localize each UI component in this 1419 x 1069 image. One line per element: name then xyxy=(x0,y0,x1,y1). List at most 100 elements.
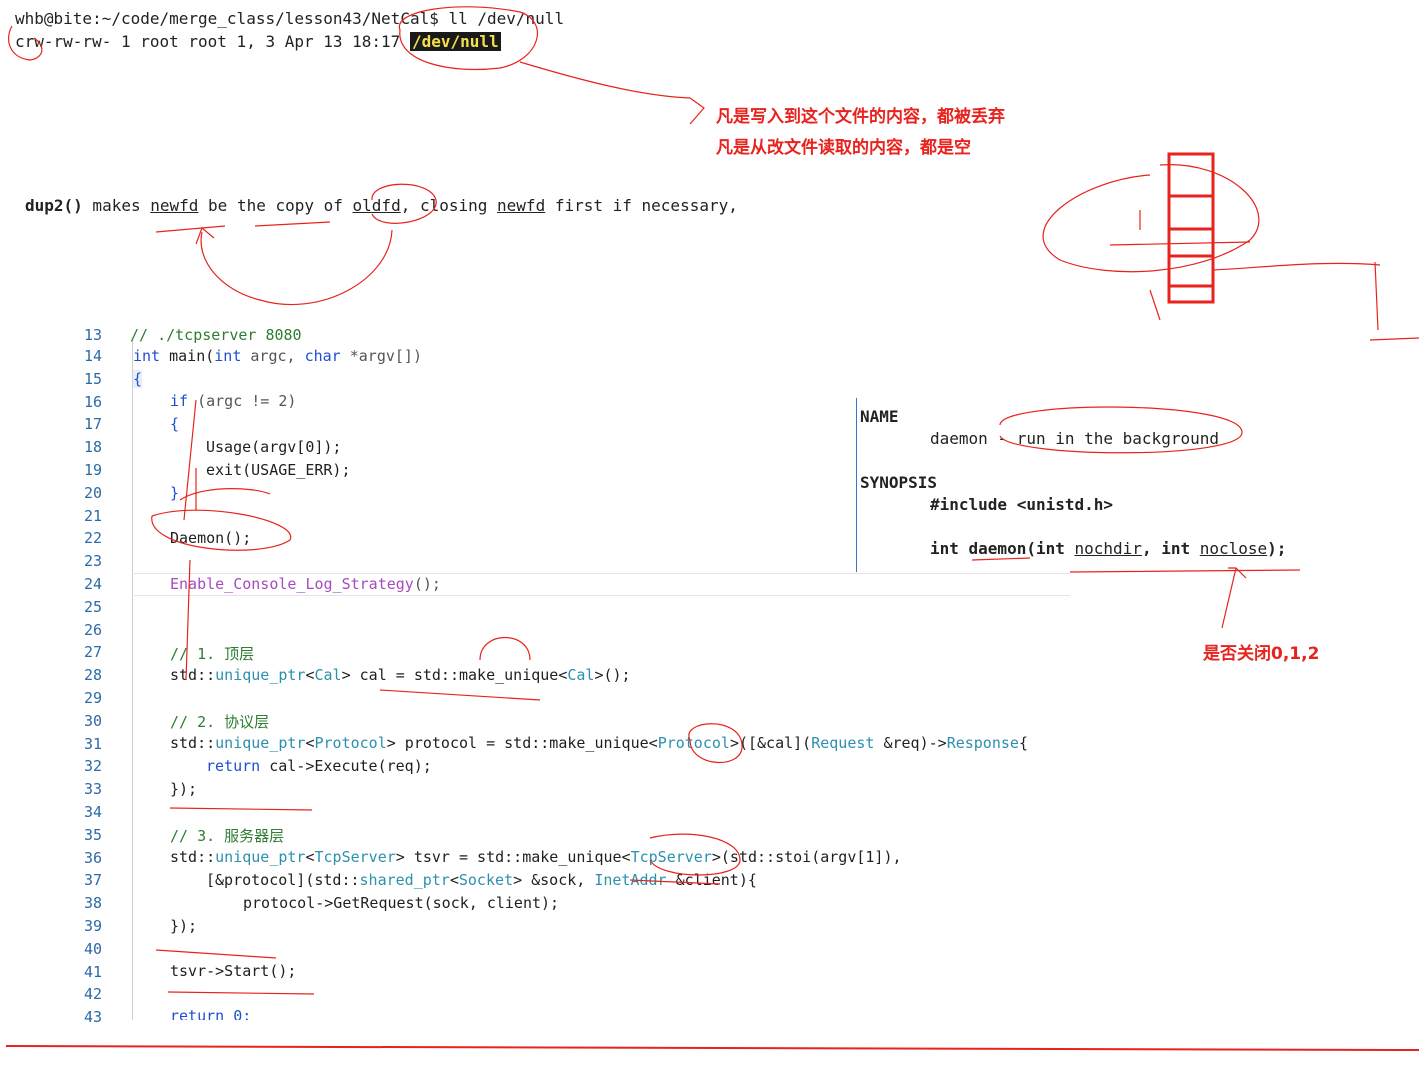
dev-null-highlight: /dev/null xyxy=(409,32,501,51)
sig-punct: (int xyxy=(1026,539,1075,558)
line-number: 40 xyxy=(83,939,102,958)
dup2-text: makes xyxy=(82,196,151,215)
line-number: 16 xyxy=(83,392,102,411)
note-close-fds: 是否关闭0,1,2 xyxy=(1203,644,1320,664)
ls-output-text: crw-rw-rw- 1 root root 1, 3 Apr 13 18:17 xyxy=(15,32,410,51)
ink-underline-line28 xyxy=(379,689,541,701)
sig-punct: ); xyxy=(1267,539,1287,558)
ink-underline-newfd xyxy=(155,225,226,233)
dup2-text: be the copy of xyxy=(198,196,353,215)
line-number: 27 xyxy=(83,643,102,662)
code-line-22: Daemon(); xyxy=(170,529,252,547)
manpage-signature: int daemon(int nochdir, int noclose); xyxy=(930,539,1286,558)
ink-arrow-noclose xyxy=(1221,567,1247,629)
line-number: 17 xyxy=(83,415,102,434)
line-number: 31 xyxy=(83,734,102,753)
code-line-30: // 2. 协议层 xyxy=(170,713,270,731)
oldfd-term: oldfd xyxy=(352,196,401,215)
code-line-17: { xyxy=(170,415,180,433)
line-number: 22 xyxy=(83,529,102,548)
manpage-name-line: daemon - run in the background xyxy=(930,429,1219,448)
line-number: 21 xyxy=(83,506,102,525)
dup2-description: dup2() makes newfd be the copy of oldfd,… xyxy=(25,196,738,215)
terminal-output-line: crw-rw-rw- 1 root root 1, 3 Apr 13 18:17… xyxy=(15,32,501,51)
code-line-43-partial: return 0; xyxy=(170,1007,252,1020)
line-number: 33 xyxy=(83,780,102,799)
ink-fd-table xyxy=(1167,152,1215,304)
line-number: 37 xyxy=(83,871,102,890)
line-number: 39 xyxy=(83,917,102,935)
code-line-33: }); xyxy=(170,780,198,798)
line-number: 36 xyxy=(83,848,102,867)
line-number: 38 xyxy=(83,894,102,913)
ink-circle-make-unique xyxy=(479,637,531,661)
ink-underline-line39 xyxy=(155,949,277,959)
sig-type: int xyxy=(930,539,969,558)
code-fold-guide xyxy=(132,340,133,1020)
ink-bottom-line xyxy=(5,1045,1419,1051)
note-devnull-write: 凡是写入到这个文件的内容，都被丢弃 xyxy=(716,107,1005,127)
code-line-14: int main(int argc, char *argv[]) xyxy=(133,347,422,365)
code-line-18: Usage(argv[0]); xyxy=(206,438,342,456)
line-number: 41 xyxy=(83,962,102,981)
line-number: 14 xyxy=(83,347,102,365)
line-number: 29 xyxy=(83,689,102,707)
ink-fd-arrow xyxy=(1212,261,1419,341)
code-line-38: protocol->GetRequest(sock, client); xyxy=(243,894,560,912)
line-number: 20 xyxy=(83,483,102,502)
code-line-27: // 1. 顶层 xyxy=(170,645,255,663)
code-line-41: tsvr->Start(); xyxy=(170,962,297,980)
line-number: 43 xyxy=(83,1008,102,1027)
code-line-31: std::unique_ptr<Protocol> protocol = std… xyxy=(170,734,1028,752)
code-line-32: return cal->Execute(req); xyxy=(206,757,432,775)
code-line-15: { xyxy=(133,370,143,388)
sig-arg-nochdir: nochdir xyxy=(1074,539,1142,558)
current-line-top xyxy=(134,573,1070,574)
line-number: 28 xyxy=(83,666,102,685)
line-number: 42 xyxy=(83,985,102,1004)
ink-underline-line33 xyxy=(169,807,313,811)
ink-fd-loop xyxy=(1042,164,1260,273)
code-line-24: Enable_Console_Log_Strategy(); xyxy=(170,575,441,593)
newfd-term: newfd xyxy=(497,196,546,215)
manpage-divider xyxy=(856,398,857,572)
line-number: 26 xyxy=(83,620,102,639)
ink-underline-bethe xyxy=(254,221,331,227)
code-line-35: // 3. 服务器层 xyxy=(170,827,285,845)
line-number: 35 xyxy=(83,825,102,844)
code-line-13-partial: // ./tcpserver 8080 xyxy=(130,326,302,344)
dup2-text: , closing xyxy=(400,196,498,215)
code-line-37: [&protocol](std::shared_ptr<Socket> &soc… xyxy=(206,871,757,889)
sig-arg-noclose: noclose xyxy=(1199,539,1268,558)
terminal-command-line: whb@bite:~/code/merge_class/lesson43/Net… xyxy=(15,9,565,28)
note-devnull-read: 凡是从改文件读取的内容，都是空 xyxy=(716,138,971,158)
line-number: 30 xyxy=(83,711,102,730)
code-line-16: if (argc != 2) xyxy=(170,392,297,410)
dup2-text: first if necessary, xyxy=(545,196,738,215)
line-number: 19 xyxy=(83,461,102,479)
line-number: 24 xyxy=(83,575,102,593)
line-number: 34 xyxy=(83,803,102,821)
ink-code-arrows xyxy=(179,399,271,521)
line-number: 18 xyxy=(83,438,102,457)
line-number: 25 xyxy=(83,597,102,616)
line-number: 32 xyxy=(83,757,102,776)
ink-arrow-oldfd-newfd xyxy=(195,226,393,306)
dup2-func: dup2() xyxy=(25,196,83,215)
ink-arrow-devnull xyxy=(519,61,705,125)
code-line-39: }); xyxy=(170,917,198,935)
current-line-bottom xyxy=(134,595,1070,596)
manpage-include: #include <unistd.h> xyxy=(930,495,1114,514)
code-line-20: } xyxy=(170,484,180,502)
ink-fd-strokes xyxy=(1109,210,1251,321)
code-line-28: std::unique_ptr<Cal> cal = std::make_uni… xyxy=(170,666,631,684)
code-line-36: std::unique_ptr<TcpServer> tsvr = std::m… xyxy=(170,848,902,866)
manpage-name-header: NAME xyxy=(860,407,899,426)
sig-punct: , int xyxy=(1141,539,1200,558)
code-line-19: exit(USAGE_ERR); xyxy=(206,461,351,479)
newfd-term: newfd xyxy=(150,196,199,215)
ink-underline-line41 xyxy=(167,991,315,995)
ink-underline-signature xyxy=(971,557,1301,573)
sig-func: daemon xyxy=(968,539,1027,558)
line-number: 23 xyxy=(83,552,102,571)
